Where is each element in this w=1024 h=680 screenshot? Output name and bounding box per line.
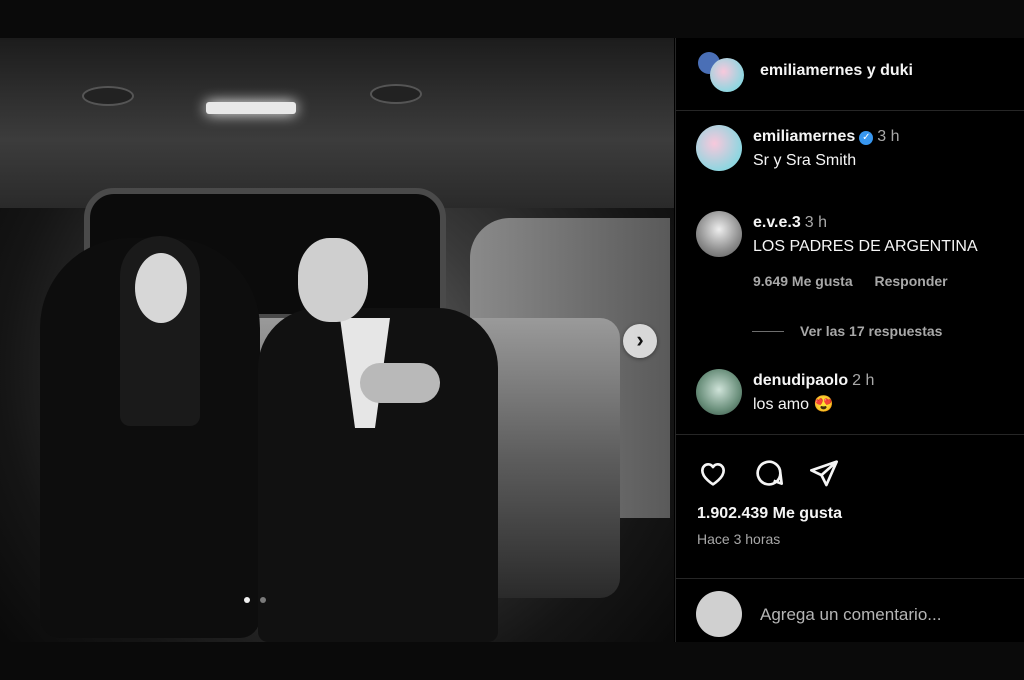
- comment-text: LOS PADRES DE ARGENTINA: [753, 238, 978, 255]
- photo-ceiling-light: [206, 102, 296, 114]
- comment-icon[interactable]: [753, 457, 785, 489]
- replies-divider: [752, 331, 784, 332]
- comment-time: 3 h: [804, 214, 827, 231]
- post-timestamp: Hace 3 horas: [697, 531, 781, 547]
- photo-face-right: [298, 238, 368, 322]
- comment-username[interactable]: denudipaolo: [753, 372, 848, 389]
- view-replies-button[interactable]: Ver las 17 respuestas: [752, 323, 942, 339]
- post-actions: 1.902.439 Me gusta Hace 3 horas: [676, 434, 1024, 563]
- view-replies-label: Ver las 17 respuestas: [800, 323, 943, 339]
- photo-ceiling: [0, 38, 674, 208]
- comments-list: emiliamernes ✓ 3 h Sr y Sra Smith e.v.e.3 3…: [676, 111, 1024, 433]
- post-authors[interactable]: emiliamernes y duki: [760, 62, 913, 80]
- comment-text: los amo 😍: [753, 396, 834, 413]
- comment-username[interactable]: e.v.e.3: [753, 214, 801, 231]
- post-side-panel: emiliamernes y duki emiliamernes ✓ 3 h Sr …: [675, 38, 1024, 642]
- comment-time: 3 h: [877, 128, 900, 145]
- post-photo[interactable]: ›: [0, 38, 674, 642]
- comment-body: denudipaolo 2 h los amo 😍: [753, 369, 1023, 417]
- post-header: emiliamernes y duki: [676, 38, 1024, 111]
- verified-badge-icon: ✓: [859, 131, 874, 145]
- comment-time: 2 h: [852, 372, 875, 389]
- comment-text: Sr y Sra Smith: [753, 152, 857, 169]
- likes-count[interactable]: 1.902.439 Me gusta: [697, 505, 842, 523]
- caption-body: emiliamernes ✓ 3 h Sr y Sra Smith: [753, 125, 1023, 173]
- commenter-avatar[interactable]: [696, 125, 742, 171]
- add-comment-bar: Agrega un comentario...: [676, 578, 1024, 643]
- comment-meta: 9.649 Me gusta Responder: [753, 273, 966, 289]
- comment-body: e.v.e.3 3 h LOS PADRES DE ARGENTINA: [753, 211, 1023, 259]
- carousel-dot-active: [244, 597, 250, 603]
- carousel-dot: [260, 597, 267, 603]
- comment-input[interactable]: Agrega un comentario...: [760, 605, 941, 625]
- photo-vent: [370, 84, 422, 104]
- photo-face-left: [135, 253, 187, 323]
- photo-hand: [360, 363, 440, 403]
- current-user-avatar: [696, 591, 742, 637]
- heart-icon[interactable]: [697, 457, 729, 489]
- commenter-avatar[interactable]: [696, 211, 742, 257]
- post-modal: › emiliamernes y duki emiliamernes ✓ 3 h S…: [0, 38, 1024, 642]
- photo-vent: [82, 86, 134, 106]
- commenter-avatar[interactable]: [696, 369, 742, 415]
- carousel-dots: [244, 590, 272, 608]
- comment-username[interactable]: emiliamernes: [753, 128, 855, 145]
- share-icon[interactable]: [808, 457, 840, 489]
- comment-likes[interactable]: 9.649 Me gusta: [753, 273, 853, 289]
- reply-button[interactable]: Responder: [875, 273, 948, 289]
- chevron-right-icon: ›: [636, 327, 644, 352]
- author-avatar[interactable]: [710, 58, 744, 92]
- carousel-next-button[interactable]: ›: [623, 324, 657, 358]
